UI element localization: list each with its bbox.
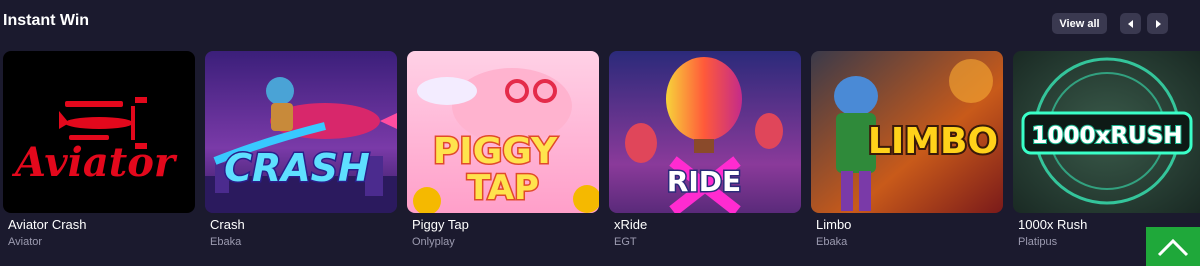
game-logo-line1: PIGGY <box>433 131 558 172</box>
game-thumbnail[interactable]: 1000xRUSH <box>1013 51 1200 213</box>
game-name[interactable]: Limbo <box>811 217 1003 233</box>
game-thumbnail[interactable]: LIMBO <box>811 51 1003 213</box>
game-card-crash[interactable]: CRASH Crash Ebaka <box>205 51 397 248</box>
game-card-limbo[interactable]: LIMBO Limbo Ebaka <box>811 51 1003 248</box>
game-name[interactable]: Crash <box>205 217 397 233</box>
chevron-right-icon <box>1155 19 1161 28</box>
game-logo-text: RIDE <box>667 165 741 198</box>
game-name[interactable]: Piggy Tap <box>407 217 599 233</box>
game-name[interactable]: Aviator Crash <box>3 217 195 233</box>
game-card-piggy-tap[interactable]: PIGGY TAP Piggy Tap Onlyplay <box>407 51 599 248</box>
game-provider: Ebaka <box>816 236 848 248</box>
game-logo-text: Aviator <box>11 139 178 186</box>
game-thumbnail[interactable]: Aviator <box>3 51 195 213</box>
game-card-1000x-rush[interactable]: 1000xRUSH 1000x Rush Platipus <box>1013 51 1200 248</box>
chevron-up-icon <box>1157 238 1189 256</box>
game-logo-text: LIMBO <box>868 121 998 162</box>
game-provider: EGT <box>614 236 637 248</box>
game-provider: Ebaka <box>210 236 242 248</box>
view-all-button[interactable]: View all <box>1052 13 1107 34</box>
game-card-xride[interactable]: RIDE xRide EGT <box>609 51 801 248</box>
game-thumbnail[interactable]: PIGGY TAP <box>407 51 599 213</box>
chevron-left-icon <box>1127 19 1133 28</box>
game-logo-text: 1000xRUSH <box>1031 123 1182 149</box>
next-button[interactable] <box>1147 13 1168 34</box>
game-thumbnail[interactable]: RIDE <box>609 51 801 213</box>
scroll-to-top-button[interactable] <box>1146 227 1200 266</box>
game-provider: Aviator <box>8 236 43 248</box>
game-logo-line2: TAP <box>467 168 539 208</box>
game-provider: Onlyplay <box>412 236 455 248</box>
game-thumbnail[interactable]: CRASH <box>205 51 397 213</box>
section-title: Instant Win <box>3 12 90 29</box>
games-carousel: Aviator Aviator Crash Aviator CRASH Cras… <box>3 51 1200 248</box>
previous-button[interactable] <box>1120 13 1141 34</box>
game-card-aviator-crash[interactable]: Aviator Aviator Crash Aviator <box>3 51 195 248</box>
game-name[interactable]: xRide <box>609 217 801 233</box>
game-logo-text: CRASH <box>224 146 370 190</box>
